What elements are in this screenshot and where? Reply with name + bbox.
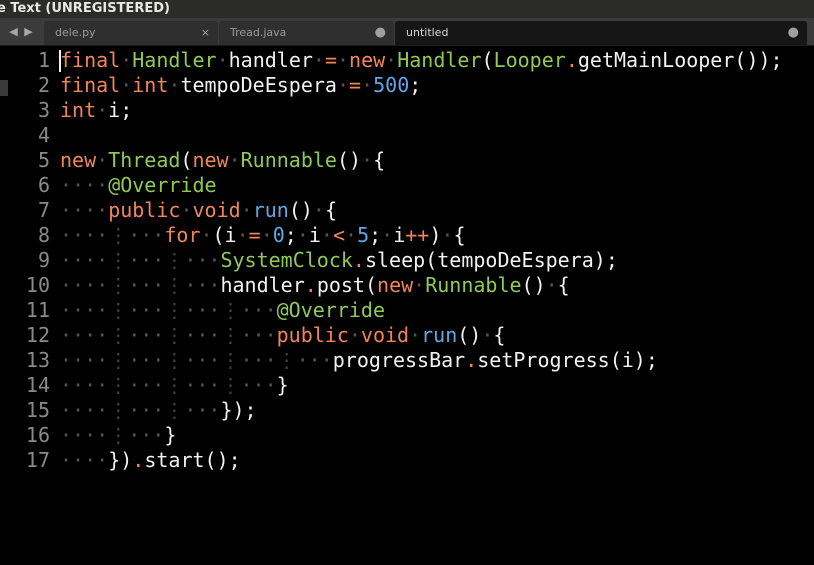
code-line[interactable]: int·i;: [60, 98, 783, 123]
code-line[interactable]: new·Thread(new·Runnable()·{: [60, 148, 783, 173]
line-number: 17: [25, 448, 50, 472]
line-number: 10: [25, 273, 50, 297]
line-number: 14: [25, 373, 50, 397]
tab-bar: ◀ ▶ dele.py × Tread.java ● untitled ●: [0, 18, 814, 46]
tab-label: dele.py: [55, 26, 96, 39]
line-number: 8: [37, 223, 50, 247]
tab-tread-java[interactable]: Tread.java ●: [219, 21, 394, 45]
line-number: 7: [37, 198, 50, 222]
code-line[interactable]: ····}).start();: [60, 448, 783, 473]
line-number: 6: [37, 173, 50, 197]
tab-label: Tread.java: [230, 26, 287, 39]
code-line[interactable]: ····⋮···}: [60, 423, 783, 448]
tab-dele-py[interactable]: dele.py ×: [44, 21, 218, 45]
line-number: 3: [37, 98, 50, 122]
code-line[interactable]: ····⋮···⋮···handler.post(new·Runnable()·…: [60, 273, 783, 298]
code-line[interactable]: ····⋮···for·(i·=·0;·i·<·5;·i++)·{: [60, 223, 783, 248]
tab-label: untitled: [406, 26, 449, 39]
line-number: 16: [25, 423, 50, 447]
window-title: e Text (UNREGISTERED): [0, 1, 170, 16]
line-number: 5: [37, 148, 50, 172]
line-number-gutter: 1 2 3 4 5 6 7 8 9 10 11 12 13 14 15 16 17: [0, 48, 50, 473]
code-line[interactable]: ····⋮···⋮···⋮···public·void·run()·{: [60, 323, 783, 348]
code-editor[interactable]: 1 2 3 4 5 6 7 8 9 10 11 12 13 14 15 16 17 final·Handler·…: [0, 46, 814, 565]
close-icon[interactable]: ×: [201, 21, 210, 45]
line-number: 9: [37, 248, 50, 272]
code-line[interactable]: ····@Override: [60, 173, 783, 198]
line-number: 11: [25, 298, 50, 322]
code-line[interactable]: ····⋮···⋮···});: [60, 398, 783, 423]
code-line[interactable]: ····⋮···⋮···SystemClock.sleep(tempoDeEsp…: [60, 248, 783, 273]
code-area[interactable]: final·Handler·handler·=·new·Handler(Loop…: [60, 48, 783, 473]
line-number: 2: [37, 73, 50, 97]
code-line[interactable]: ····⋮···⋮···⋮···@Override: [60, 298, 783, 323]
line-number: 12: [25, 323, 50, 347]
tab-untitled[interactable]: untitled ●: [395, 21, 807, 45]
code-line[interactable]: ····⋮···⋮···⋮···}: [60, 373, 783, 398]
window-titlebar: e Text (UNREGISTERED): [0, 0, 814, 18]
code-line[interactable]: ····public·void·run()·{: [60, 198, 783, 223]
line-number: 4: [37, 123, 50, 147]
text-caret: [59, 50, 61, 72]
line-number: 1: [37, 48, 50, 72]
unsaved-dot-icon[interactable]: ●: [375, 21, 386, 45]
unsaved-dot-icon[interactable]: ●: [788, 21, 799, 45]
line-number: 13: [25, 348, 50, 372]
code-line[interactable]: [60, 123, 783, 148]
tab-prev-arrow-icon[interactable]: ◀: [6, 23, 21, 41]
tab-next-arrow-icon[interactable]: ▶: [21, 23, 36, 41]
tab-navigation: ◀ ▶: [6, 23, 40, 41]
line-number: 15: [25, 398, 50, 422]
code-line[interactable]: ····⋮···⋮···⋮···⋮···progressBar.setProgr…: [60, 348, 783, 373]
code-line[interactable]: final·Handler·handler·=·new·Handler(Loop…: [60, 48, 783, 73]
code-line[interactable]: final·int·tempoDeEspera·=·500;: [60, 73, 783, 98]
